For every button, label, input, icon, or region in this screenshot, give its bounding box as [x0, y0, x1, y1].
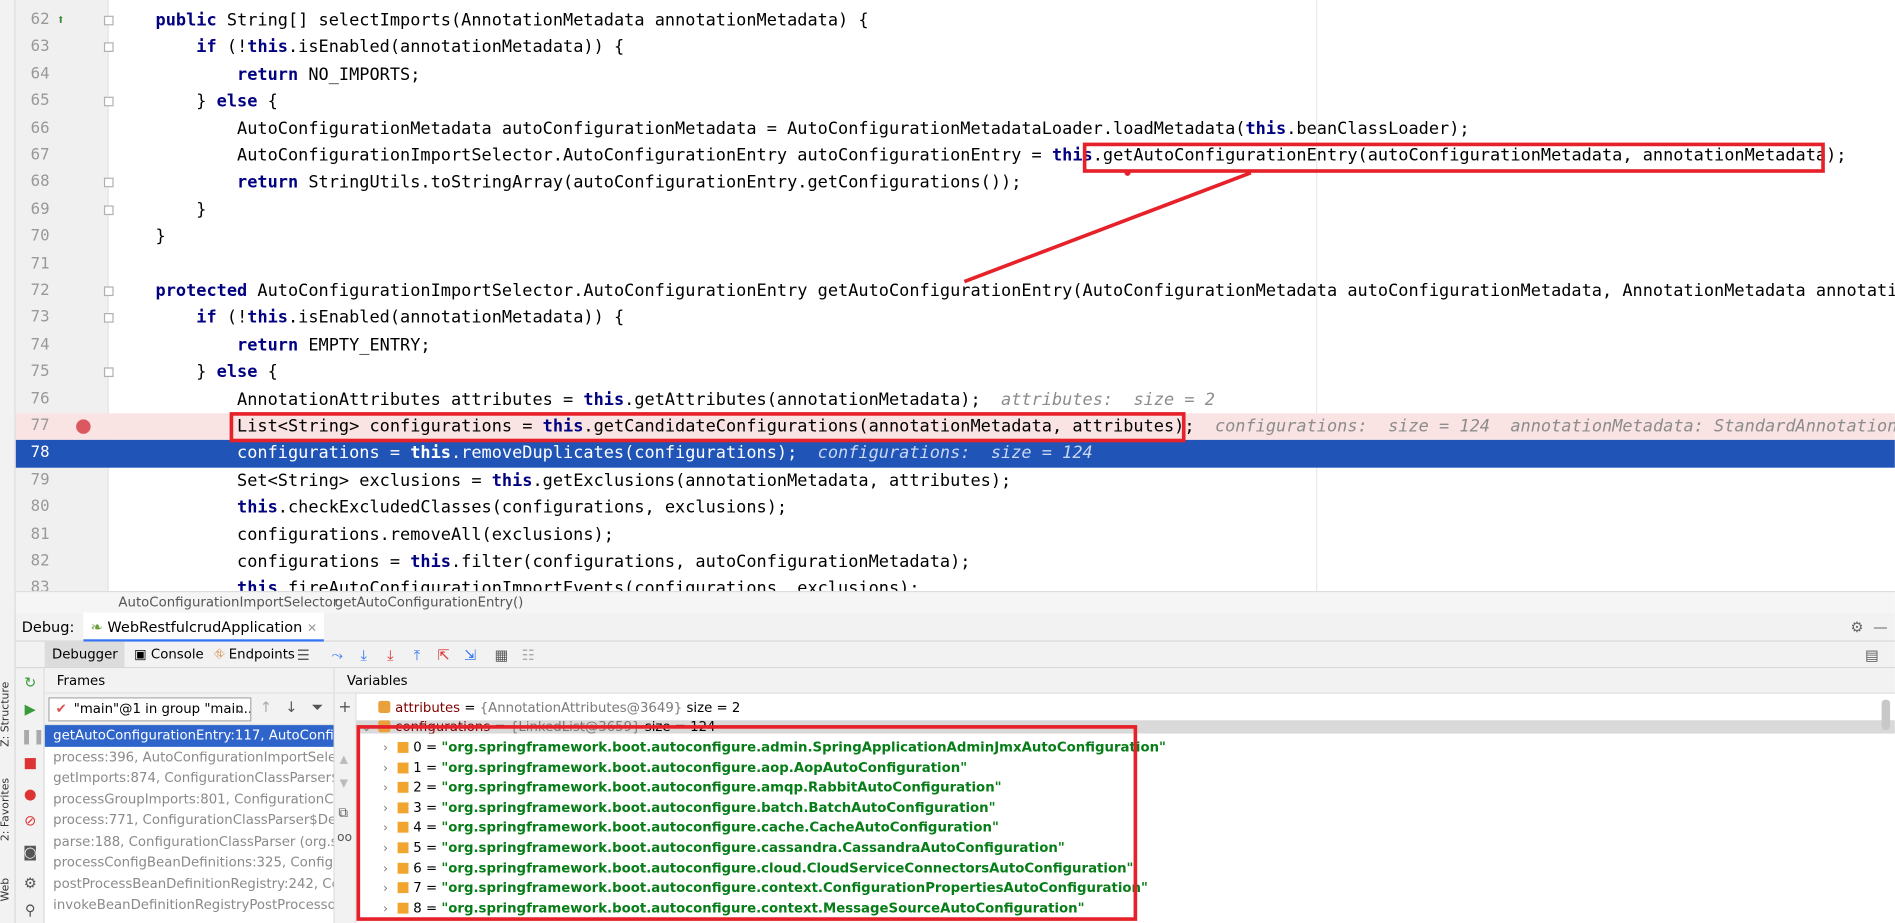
glasses-icon[interactable]: oo	[337, 831, 352, 844]
filter-icon[interactable]: ⏷	[312, 699, 324, 717]
layout-menu-icon[interactable]: ☰	[294, 645, 313, 664]
frame-up-icon[interactable]: ↑	[260, 699, 272, 716]
thread-row: ✔ "main"@1 in group "main... ⌄ ↑ ↓ ⏷	[44, 693, 334, 726]
debug-header: Debug: ❧ WebRestfulcrudApplication ✕ ⚙ —	[15, 612, 1895, 642]
breadcrumb-class[interactable]: AutoConfigurationImportSelector	[118, 592, 338, 613]
favorites-tool-tab[interactable]: 2: Favorites	[0, 771, 16, 848]
thread-selector[interactable]: ✔ "main"@1 in group "main... ⌄	[48, 697, 252, 722]
tab-debugger[interactable]: Debugger	[44, 641, 126, 668]
console-icon: ▣	[134, 646, 151, 663]
breadcrumb-method[interactable]: getAutoConfigurationEntry()	[335, 592, 524, 613]
annotation-arrow	[963, 169, 1252, 284]
gear-icon[interactable]: ⚙	[1850, 613, 1863, 642]
annotation-box-configurations-list	[356, 725, 1138, 921]
stack-frame[interactable]: processConfigBeanDefinitions:325, Config…	[45, 852, 333, 873]
stack-frame[interactable]: process:396, AutoConfigurationImportSele…	[45, 746, 333, 767]
breadcrumb: AutoConfigurationImportSelector getAutoC…	[15, 590, 1895, 613]
variables-title: Variables	[334, 668, 1895, 694]
stop-icon[interactable]: ■	[21, 753, 40, 772]
add-watch-icon[interactable]: +	[338, 699, 351, 717]
close-icon[interactable]: ✕	[307, 622, 317, 635]
step-into-icon[interactable]: ⤓	[381, 645, 400, 664]
variables-side-toolbar: + ▲ ▼ ⧉ oo	[334, 693, 357, 923]
field-icon	[378, 700, 391, 714]
web-tool-tab[interactable]: Web	[0, 868, 16, 912]
var-attributes[interactable]: attributes = {AnnotationAttributes@3649}…	[357, 699, 1895, 719]
stack-frame[interactable]: getImports:874, ConfigurationClassParser…	[45, 767, 333, 788]
stack-frame[interactable]: parse:188, ConfigurationClassParser (org…	[45, 831, 333, 852]
mute-breakpoints-icon[interactable]: ⊘	[21, 811, 40, 830]
spring-boot-icon: ❧	[90, 618, 103, 636]
tab-endpoints[interactable]: ⛗ Endpoints	[207, 642, 302, 667]
debug-label: Debug:	[21, 618, 75, 636]
structure-tool-tab[interactable]: Z: Structure	[0, 677, 16, 752]
pin-icon[interactable]: ⚲	[21, 900, 40, 919]
view-breakpoints-icon[interactable]: ●	[21, 784, 40, 803]
stack-frame[interactable]: postProcessBeanDefinitionRegistry:242, C…	[45, 873, 333, 894]
restore-layout-icon[interactable]: ▤	[1862, 645, 1881, 664]
drop-frame-icon[interactable]: ⇱	[434, 645, 453, 664]
debug-side-toolbar: ↻ ▶ ❚❚ ■ ● ⊘ ◙ ⚙ ⚲	[15, 668, 45, 923]
down-icon[interactable]: ▼	[340, 778, 348, 790]
pause-icon[interactable]: ❚❚	[21, 726, 45, 745]
debug-toolbar: Debugger ▣ Console ⛗ Endpoints ☰ ⤳ ⤓ ⤓ ⤒…	[15, 641, 1895, 669]
run-to-cursor-icon[interactable]: ⇲	[460, 645, 479, 664]
variables-scrollbar[interactable]	[1881, 699, 1891, 730]
minimize-icon[interactable]: —	[1873, 613, 1888, 642]
tab-console[interactable]: ▣ Console	[127, 642, 211, 667]
show-execution-point-icon[interactable]: ⤳	[328, 645, 347, 664]
debug-session-tab[interactable]: ❧ WebRestfulcrudApplication ✕	[83, 612, 325, 642]
up-icon[interactable]: ▲	[340, 754, 348, 766]
chevron-down-icon: ⌄	[234, 700, 246, 717]
step-over-icon[interactable]: ⤓	[354, 645, 373, 664]
evaluate-expression-icon[interactable]: ▦	[492, 645, 511, 664]
frames-title: Frames	[44, 668, 334, 694]
trace-icon[interactable]: ☷	[518, 645, 537, 664]
camera-icon[interactable]: ◙	[21, 842, 40, 861]
step-out-icon[interactable]: ⤒	[407, 645, 426, 664]
settings-icon[interactable]: ⚙	[21, 874, 40, 893]
stack-frame[interactable]: process:771, ConfigurationClassParser$De…	[45, 810, 333, 831]
stack-frame[interactable]: invokeBeanDefinitionRegistryPostProcesso…	[45, 894, 333, 915]
copy-icon[interactable]: ⧉	[338, 805, 347, 822]
stack-frame[interactable]: getAutoConfigurationEntry:117, AutoConfi…	[44, 725, 334, 747]
frame-down-icon[interactable]: ↓	[285, 699, 297, 716]
endpoints-icon: ⛗	[213, 646, 229, 663]
check-icon: ✔	[55, 700, 67, 717]
frames-panel: Frames ✔ "main"@1 in group "main... ⌄ ↑ …	[44, 668, 335, 923]
resume-icon[interactable]: ▶	[21, 700, 40, 719]
rerun-icon[interactable]: ↻	[21, 673, 40, 692]
stack-frame[interactable]: processGroupImports:801, ConfigurationCl…	[45, 789, 333, 810]
